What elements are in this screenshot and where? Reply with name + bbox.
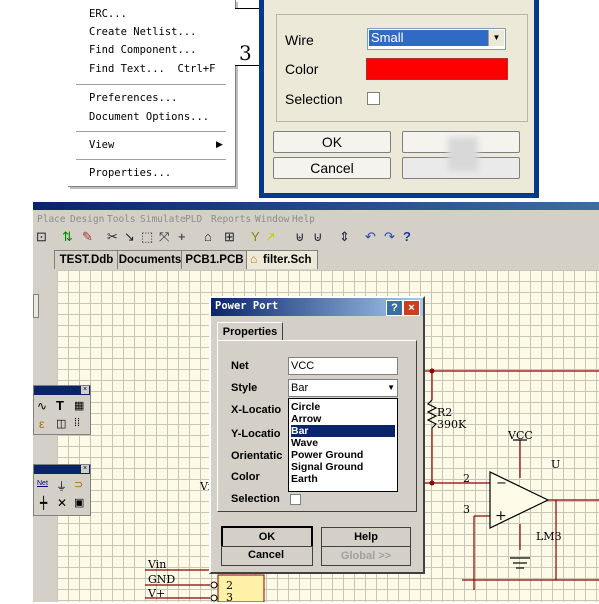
resistor-value: 390K: [437, 418, 467, 431]
pin-number-3: 3: [463, 503, 470, 516]
style-select[interactable]: Bar ▼: [288, 379, 398, 397]
style-option-power-ground[interactable]: Power Ground: [291, 449, 395, 461]
y-location-label: Y-Locatio: [231, 428, 281, 440]
junction: [429, 480, 435, 486]
style-option-bar[interactable]: Bar: [291, 425, 395, 437]
net-label-gnd: GND: [148, 573, 176, 586]
selection-label: Selection: [231, 493, 280, 505]
color-label: Color: [231, 471, 260, 483]
junction: [429, 368, 435, 374]
help-icon[interactable]: ?: [386, 300, 403, 316]
connector-pin: [210, 594, 218, 602]
style-option-arrow[interactable]: Arrow: [291, 413, 395, 425]
orientation-label: Orientatic: [231, 450, 283, 462]
connector-pin: [210, 581, 218, 589]
opamp-minus: −: [496, 476, 507, 491]
net-label: Net: [231, 360, 249, 372]
connector-body: [217, 574, 265, 602]
style-option-circle[interactable]: Circle: [291, 401, 395, 413]
ok-button[interactable]: OK: [221, 526, 313, 548]
style-label: Style: [231, 382, 258, 394]
dialog-title-bar: Power Port ? ×: [211, 298, 423, 316]
pin-number-2: 2: [463, 472, 470, 485]
power-port-dialog: Power Port ? × Properties Net VCC Style …: [209, 296, 425, 574]
dialog-title: Power Port: [215, 300, 279, 312]
style-dropdown-list: Circle Arrow Bar Wave Power Ground Signa…: [288, 398, 398, 492]
opamp-plus: +: [495, 508, 507, 524]
global-button[interactable]: Global >>: [321, 546, 411, 566]
close-icon[interactable]: ×: [403, 300, 420, 316]
vcc-label: VCC: [508, 429, 533, 442]
resistor-r2: [426, 399, 438, 429]
chevron-down-icon[interactable]: ▼: [387, 380, 395, 396]
style-value: Bar: [291, 382, 309, 394]
selection-checkbox[interactable]: [290, 494, 301, 505]
tab-properties[interactable]: Properties: [217, 322, 283, 341]
opamp-part-label: LM3: [536, 530, 562, 543]
connector-pin-3: 3: [226, 591, 233, 604]
style-option-signal-ground[interactable]: Signal Ground: [291, 461, 395, 473]
opamp-designator: U: [551, 458, 561, 471]
net-input[interactable]: VCC: [288, 357, 398, 375]
style-option-earth[interactable]: Earth: [291, 473, 395, 485]
style-option-wave[interactable]: Wave: [291, 437, 395, 449]
net-label-vplus: V+: [148, 587, 166, 600]
net-label-vin: Vin: [148, 558, 167, 571]
x-location-label: X-Locatio: [231, 404, 282, 416]
cancel-button-label: Cancel: [248, 549, 285, 561]
help-button[interactable]: Help: [321, 527, 411, 547]
